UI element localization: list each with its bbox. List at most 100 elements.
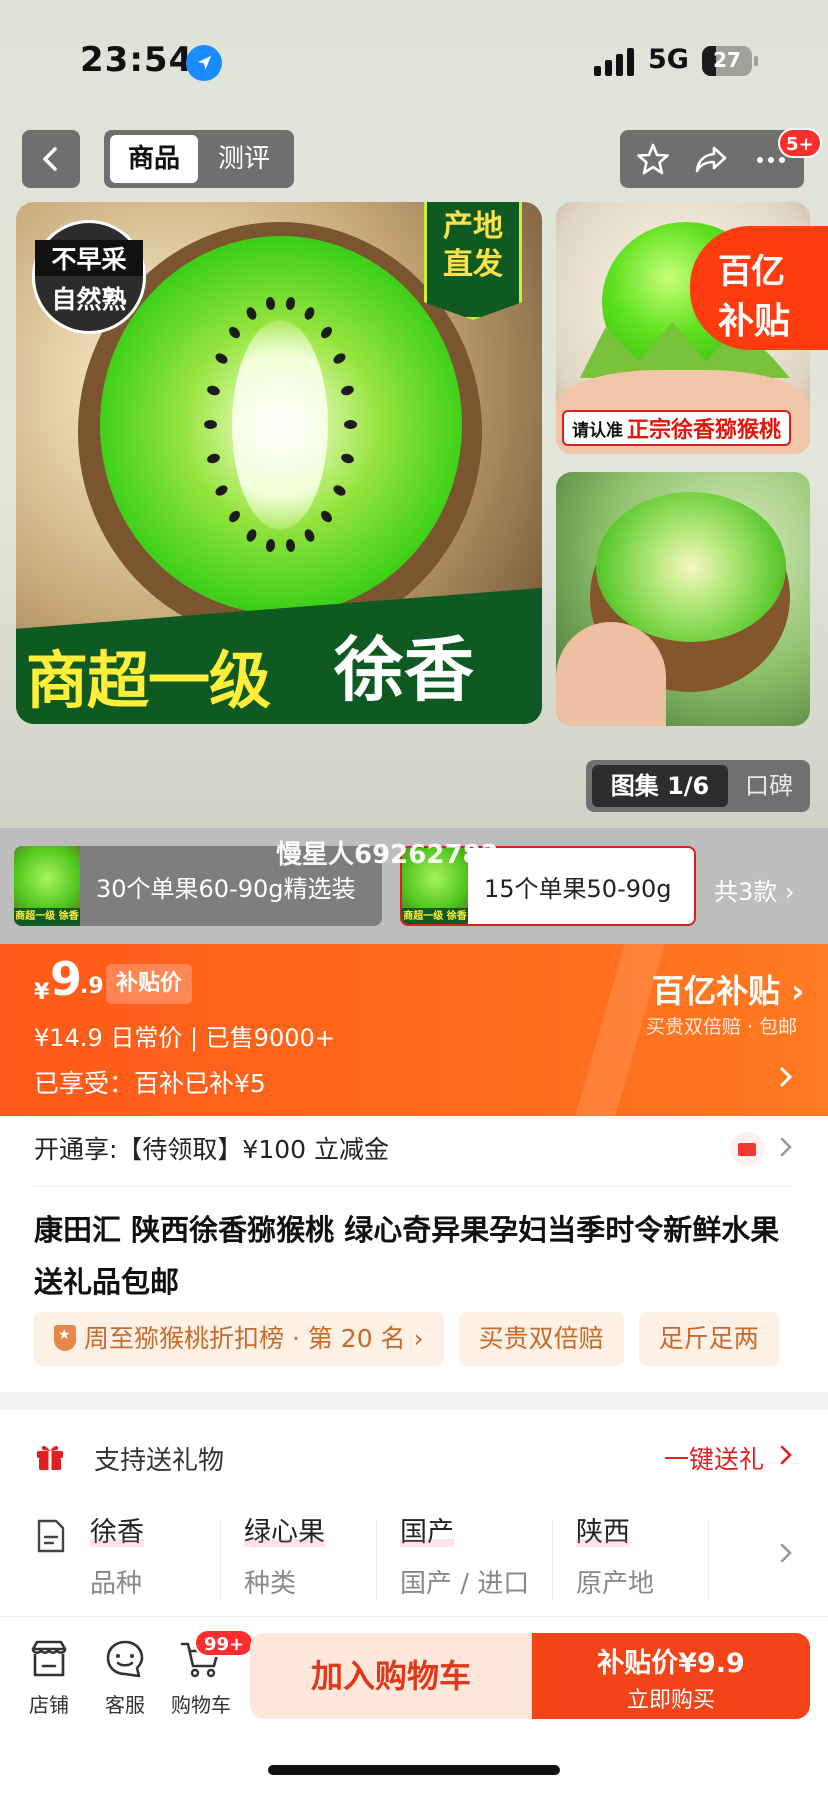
- attr-value: 徐香: [90, 1510, 144, 1549]
- attr-place-of-origin[interactable]: 陕西 原产地: [576, 1510, 654, 1600]
- sku-thumb-text: 商超一级 徐香: [402, 908, 468, 924]
- favorite-button[interactable]: [634, 140, 672, 178]
- attr-key: 种类: [244, 1569, 297, 1599]
- rank-shield-icon: [54, 1325, 76, 1351]
- attr-value: 国产: [400, 1510, 454, 1549]
- side-image-2[interactable]: [556, 472, 810, 726]
- buy-now-button[interactable]: 补贴价¥9.9 立即购买: [532, 1633, 810, 1719]
- network-type: 5G: [648, 44, 689, 75]
- battery-icon: 27: [702, 46, 758, 76]
- origin-tag: 产地 直发: [424, 202, 522, 320]
- sku-strip: 商超一级 徐香 30个单果60-90g精选装 商超一级 徐香 15个单果50-9…: [0, 828, 828, 944]
- store-icon: [31, 1640, 67, 1677]
- ripe-badge-bottom: 自然熟: [51, 285, 127, 314]
- subsidy-corner-line1: 百亿: [718, 252, 785, 292]
- status-time: 23:54: [80, 40, 194, 80]
- attr-type[interactable]: 绿心果 种类: [244, 1510, 325, 1600]
- buy-now-label: 立即购买: [626, 1688, 715, 1713]
- price-integer: 9: [50, 952, 83, 1006]
- location-arrow-icon: [186, 45, 222, 81]
- sku-thumb-text: 商超一级 徐香: [14, 908, 80, 926]
- watermark-text: 慢星人69262782: [276, 840, 499, 870]
- battery-percent: 27: [713, 48, 741, 72]
- status-bar: 23:54 5G 27: [0, 0, 828, 120]
- subsidy-enjoyed[interactable]: 已享受：百补已补¥5: [34, 1064, 266, 1100]
- attr-value: 陕西: [576, 1510, 630, 1549]
- share-button[interactable]: [692, 140, 730, 178]
- attr-key: 原产地: [576, 1569, 655, 1599]
- share-icon: [695, 146, 727, 173]
- gift-label: 支持送礼物: [94, 1446, 225, 1476]
- authentic-label: 请认准 正宗徐香猕猴桃: [562, 410, 792, 446]
- subsidy-price-tag: 补贴价: [106, 964, 193, 1004]
- nav-tabs: 商品 测评: [104, 130, 294, 188]
- kiwi-seed: [344, 420, 357, 429]
- sku-thumbnail: 商超一级 徐香: [14, 846, 80, 926]
- chat-smile-icon: [106, 1640, 144, 1678]
- attribute-card: 支持送礼物 一键送礼 徐香 品种 绿心果 种类 国产 国产 / 进口 陕西 原产…: [0, 1410, 828, 1616]
- attr-key: 品种: [90, 1569, 143, 1599]
- attr-key: 国产 / 进口: [400, 1569, 530, 1599]
- origin-tag-line1: 产地: [443, 209, 503, 244]
- authentic-label-prefix: 请认准: [572, 420, 623, 441]
- chevron-right-icon: [780, 1445, 792, 1465]
- sku-label: 15个单果50-90g: [484, 874, 672, 903]
- add-to-cart-button[interactable]: 加入购物车: [250, 1633, 532, 1719]
- attr-variety[interactable]: 徐香 品种: [90, 1510, 144, 1600]
- product-title: 康田汇 陕西徐香猕猴桃 绿心奇异果孕妇当季时令新鲜水果送礼品包邮: [34, 1213, 780, 1299]
- hand: [556, 622, 666, 726]
- album-counter-tab[interactable]: 图集 1/6: [592, 765, 728, 807]
- review-tab[interactable]: 口碑: [734, 765, 804, 807]
- tab-product[interactable]: 商品: [110, 135, 198, 183]
- chevron-right-icon: [780, 1067, 793, 1087]
- attr-origin-type[interactable]: 国产 国产 / 进口: [400, 1510, 529, 1600]
- ripe-badge-top: 不早采: [35, 240, 143, 276]
- back-button[interactable]: [22, 130, 80, 188]
- store-label: 店铺: [29, 1693, 69, 1717]
- ripe-badge: 不早采 自然熟: [32, 220, 146, 334]
- signal-icon: [594, 48, 634, 76]
- regular-price-sold: ¥14.9 日常价 | 已售9000+: [34, 1024, 335, 1052]
- bitten-kiwi-flesh: [596, 492, 786, 642]
- card-icon: [730, 1132, 764, 1166]
- bottom-action-bar: 店铺 客服 购物车 99+ 加入购物车 补贴价¥9.9 立即购买: [0, 1616, 828, 1796]
- home-indicator[interactable]: [268, 1765, 560, 1775]
- store-button[interactable]: 店铺: [14, 1637, 84, 1718]
- service-label: 客服: [105, 1693, 145, 1717]
- rank-tag[interactable]: 周至猕猴桃折扣榜 · 第 20 名 ›: [34, 1312, 444, 1366]
- product-info-card: 开通享:【待领取】¥100 立减金 康田汇 陕西徐香猕猴桃 绿心奇异果孕妇当季时…: [0, 1116, 828, 1392]
- main-product-image[interactable]: 不早采 自然熟 产地 直发 商超一级 徐香: [16, 202, 542, 724]
- sku-total-link[interactable]: 共3款 ›: [714, 872, 795, 907]
- cart-label: 购物车: [171, 1693, 231, 1717]
- product-gallery[interactable]: 23:54 5G 27 商品 测评 5+ 不早采 自然熟 产地 直发 商超一级 …: [0, 0, 828, 828]
- chevron-right-icon: [780, 1137, 792, 1157]
- message-count-badge: 5+: [778, 128, 822, 158]
- attr-separator: [708, 1520, 709, 1600]
- nav-actions: [620, 130, 804, 188]
- divider: [34, 1186, 794, 1187]
- tab-review[interactable]: 测评: [200, 135, 288, 183]
- price-banner: ¥ 9 .9 补贴价 ¥14.9 日常价 | 已售9000+ 已享受：百补已补¥…: [0, 944, 828, 1116]
- price-decimal: .9: [80, 974, 104, 999]
- attr-value: 绿心果: [244, 1510, 325, 1549]
- cart-count-badge: 99+: [194, 1629, 255, 1657]
- attr-separator: [376, 1520, 377, 1600]
- chevron-right-icon[interactable]: [778, 1540, 794, 1566]
- star-icon: [637, 143, 669, 175]
- service-button[interactable]: 客服: [90, 1637, 160, 1718]
- authentic-label-main: 正宗徐香猕猴桃: [627, 418, 782, 443]
- banner-grade-text: 商超一级: [26, 644, 271, 717]
- guarantee-tag[interactable]: 买贵双倍赔: [458, 1312, 624, 1366]
- chevron-left-icon: [43, 147, 57, 171]
- sku-label: 30个单果60-90g精选装: [96, 874, 356, 903]
- billion-subsidy-brand[interactable]: 百亿补贴 ›: [652, 966, 804, 1012]
- album-switch: 图集 1/6 口碑: [586, 760, 810, 812]
- buy-now-price: 补贴价¥9.9: [597, 1648, 745, 1679]
- send-gift-link[interactable]: 一键送礼: [664, 1440, 764, 1476]
- subsidy-corner-line2: 补贴: [718, 301, 791, 342]
- coupon-row[interactable]: 开通享:【待领取】¥100 立减金: [34, 1130, 389, 1166]
- kiwi-core: [232, 320, 328, 530]
- weight-tag[interactable]: 足斤足两: [638, 1312, 779, 1366]
- gift-icon: [37, 1445, 63, 1470]
- banner-variety-text: 徐香: [334, 629, 474, 711]
